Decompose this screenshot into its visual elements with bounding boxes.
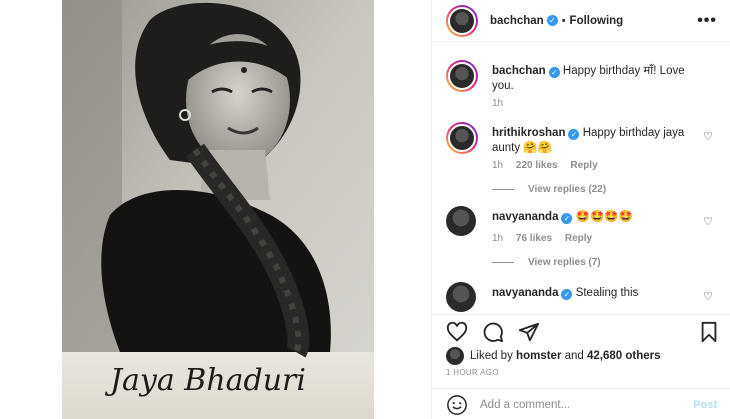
comment-like-heart-icon[interactable]: ♡ [703, 290, 713, 303]
commenter-username[interactable]: hrithikroshan [492, 127, 565, 139]
post-timestamp[interactable]: 1 HOUR AGO [446, 368, 499, 377]
verified-badge-icon: ✓ [561, 213, 573, 224]
caption-avatar[interactable] [448, 62, 476, 90]
verified-badge-icon: ✓ [548, 67, 560, 78]
liker-avatar[interactable] [446, 347, 464, 365]
caption-time[interactable]: 1h [492, 98, 503, 109]
comment-item: hrithikroshan ✓ Happy birthday jaya aunty… [446, 122, 730, 202]
comment-like-heart-icon[interactable]: ♡ [703, 130, 713, 143]
comment-text: Stealing this [575, 287, 639, 299]
verified-badge-icon: ✓ [568, 129, 580, 140]
view-replies-label: View replies (22) [528, 184, 607, 195]
post-actions: Liked by homster and 42,680 others 1 HOU… [432, 314, 730, 415]
photo-signature: Jaya Bhaduri [104, 363, 306, 398]
share-paper-plane-icon[interactable] [518, 321, 540, 343]
comment-time[interactable]: 1h [492, 160, 503, 171]
comment-like-heart-icon[interactable]: ♡ [703, 215, 713, 228]
caption-meta: 1h [492, 98, 513, 109]
comment-likes[interactable]: 220 likes [516, 160, 558, 171]
emoji-smiley-icon[interactable] [446, 394, 468, 416]
comment-item: navyananda ✓ Stealing this ♡ [446, 282, 730, 314]
commenter-avatar[interactable] [446, 282, 476, 312]
author-avatar-ring[interactable] [446, 4, 478, 37]
post-photo[interactable]: Jaya Bhaduri [0, 0, 430, 419]
comment-body: navyananda ✓ Stealing this [492, 286, 702, 301]
commenter-avatar[interactable] [448, 124, 476, 152]
post-comment-button[interactable]: Post [693, 399, 717, 411]
following-button[interactable]: Following [570, 15, 624, 27]
more-options-icon[interactable]: ••• [697, 12, 717, 30]
caption-username[interactable]: bachchan [492, 65, 546, 77]
save-bookmark-icon[interactable] [698, 321, 720, 343]
caption: bachchan ✓ Happy birthday माँ! Love you. … [446, 60, 730, 110]
view-replies-button[interactable]: View replies (22) [492, 184, 606, 195]
commenter-avatar[interactable] [446, 206, 476, 236]
likes-count-button[interactable]: 42,680 others [587, 350, 661, 362]
comment-text: 🤩🤩🤩🤩 [575, 211, 633, 223]
view-replies-label: View replies (7) [528, 257, 601, 268]
commenter-avatar-ring[interactable] [446, 122, 478, 154]
commenter-username[interactable]: navyananda [492, 287, 558, 299]
vintage-portrait-image: Jaya Bhaduri [0, 0, 430, 419]
comment-meta: 1h 220 likes Reply [492, 160, 608, 171]
comment-body: navyananda ✓ 🤩🤩🤩🤩 [492, 210, 702, 225]
add-comment-input[interactable] [480, 398, 690, 411]
liked-by-and: and [564, 350, 584, 362]
comment-body: hrithikroshan ✓ Happy birthday jaya aunty… [492, 126, 702, 156]
comment-reply-button[interactable]: Reply [565, 233, 592, 244]
like-heart-icon[interactable] [446, 321, 468, 343]
comment-meta: 1h 76 likes Reply [492, 233, 602, 244]
comment-reply-button[interactable]: Reply [570, 160, 597, 171]
author-avatar[interactable] [448, 6, 476, 35]
add-comment-bar: Post [432, 388, 730, 419]
liked-by-prefix: Liked by [470, 350, 513, 362]
post-detail-panel: bachchan ✓ • Following ••• bachchan ✓ Hap… [431, 0, 730, 419]
header-separator: • [561, 14, 566, 27]
caption-body: bachchan ✓ Happy birthday माँ! Love you. [492, 64, 702, 94]
comment-bubble-icon[interactable] [482, 321, 504, 343]
verified-badge-icon: ✓ [546, 15, 558, 26]
verified-badge-icon: ✓ [561, 289, 573, 300]
comment-time[interactable]: 1h [492, 233, 503, 244]
view-replies-button[interactable]: View replies (7) [492, 257, 601, 268]
comment-item: navyananda ✓ 🤩🤩🤩🤩 ♡ 1h 76 likes Reply Vie… [446, 206, 730, 280]
replies-divider-line [492, 261, 514, 263]
caption-avatar-ring[interactable] [446, 60, 478, 92]
post-header: bachchan ✓ • Following ••• [432, 0, 730, 42]
commenter-username[interactable]: navyananda [492, 211, 558, 223]
replies-divider-line [492, 188, 514, 190]
comment-likes[interactable]: 76 likes [516, 233, 552, 244]
author-username[interactable]: bachchan [490, 15, 544, 27]
liked-by-row: Liked by homster and 42,680 others [446, 347, 661, 365]
liker-username[interactable]: homster [516, 350, 561, 362]
